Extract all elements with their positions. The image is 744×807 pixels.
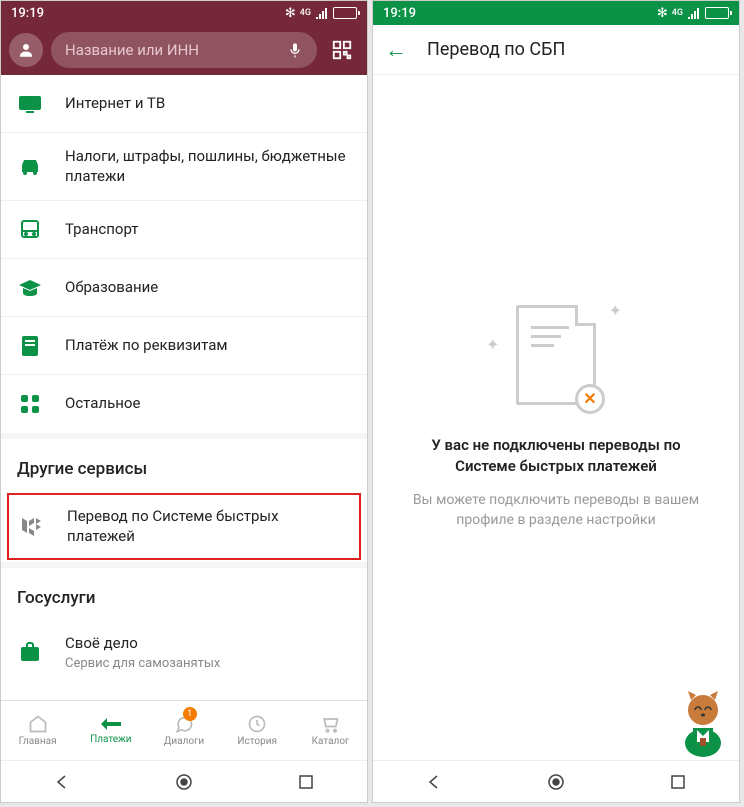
menu-label: Интернет и ТВ xyxy=(65,94,351,114)
menu-item-taxes[interactable]: Налоги, штрафы, пошлины, бюджетные плате… xyxy=(1,133,367,201)
status-bar: 19:19 ✻ 4G xyxy=(373,1,739,25)
bus-icon xyxy=(17,219,43,241)
menu-item-internet-tv[interactable]: Интернет и ТВ xyxy=(1,75,367,133)
decor-plus-icon: ✦ xyxy=(609,301,622,320)
error-x-icon: ✕ xyxy=(575,384,605,414)
nav-payments[interactable]: Платежи xyxy=(74,701,147,760)
system-nav xyxy=(373,760,739,802)
nav-home[interactable]: Главная xyxy=(1,701,74,760)
empty-illustration: ✦ ✦ ✕ xyxy=(516,305,596,405)
signal-icon xyxy=(315,7,329,19)
status-bar: 19:19 ✻ 4G xyxy=(1,1,367,25)
empty-state: ✦ ✦ ✕ У вас не подключены переводы по Си… xyxy=(373,75,739,760)
sys-home[interactable] xyxy=(544,770,568,794)
decor-plus-icon: ✦ xyxy=(486,335,499,354)
payments-icon xyxy=(100,716,122,732)
status-time: 19:19 xyxy=(11,6,44,21)
receipt-icon xyxy=(17,335,43,357)
menu-sublabel: Сервис для самозанятых xyxy=(65,656,351,671)
empty-title: У вас не подключены переводы по Системе … xyxy=(403,435,709,477)
menu-label: Своё дело xyxy=(65,634,351,654)
briefcase-icon xyxy=(17,642,43,662)
home-icon xyxy=(28,714,48,734)
bluetooth-icon: ✻ xyxy=(657,6,668,21)
menu-item-education[interactable]: Образование xyxy=(1,259,367,317)
cart-icon xyxy=(320,714,340,734)
sbp-header: ← Перевод по СБП xyxy=(373,25,739,75)
menu-label: Платёж по реквизитам xyxy=(65,336,351,356)
nav-badge: 1 xyxy=(183,707,197,721)
menu-item-requisites[interactable]: Платёж по реквизитам xyxy=(1,317,367,375)
qr-scan-button[interactable] xyxy=(325,33,359,67)
tv-icon xyxy=(17,94,43,114)
network-icon: 4G xyxy=(300,8,311,18)
menu-label: Налоги, штрафы, пошлины, бюджетные плате… xyxy=(65,147,351,186)
page-title: Перевод по СБП xyxy=(427,39,565,60)
search-header: Название или ИНН xyxy=(1,25,367,75)
search-placeholder: Название или ИНН xyxy=(65,41,287,59)
status-icons: ✻ 4G xyxy=(657,6,729,21)
menu-label: Перевод по Системе быстрых платежей xyxy=(67,507,349,546)
status-time: 19:19 xyxy=(383,6,416,21)
system-nav xyxy=(1,760,367,802)
sys-back[interactable] xyxy=(422,770,446,794)
signal-icon xyxy=(687,7,701,19)
section-gosuslugi: Госуслуги xyxy=(1,568,367,620)
cat-mascot xyxy=(673,688,733,758)
nav-history[interactable]: История xyxy=(221,701,294,760)
battery-icon xyxy=(333,7,357,19)
clock-icon xyxy=(247,714,267,734)
status-icons: ✻ 4G xyxy=(285,6,357,21)
network-icon: 4G xyxy=(672,8,683,18)
grid-icon xyxy=(17,394,43,414)
sys-recent[interactable] xyxy=(294,770,318,794)
section-other-services: Другие сервисы xyxy=(1,439,367,491)
profile-button[interactable] xyxy=(9,33,43,67)
car-icon xyxy=(17,158,43,176)
sys-back[interactable] xyxy=(50,770,74,794)
nav-dialogs[interactable]: 1 Диалоги xyxy=(147,701,220,760)
menu-item-sbp-transfer[interactable]: Перевод по Системе быстрых платежей xyxy=(7,493,361,560)
battery-icon xyxy=(705,7,729,19)
sbp-icon xyxy=(19,514,45,540)
payments-list: Интернет и ТВ Налоги, штрафы, пошлины, б… xyxy=(1,75,367,700)
sys-home[interactable] xyxy=(172,770,196,794)
bottom-nav: Главная Платежи 1 Диалоги История Катало… xyxy=(1,700,367,760)
menu-label: Образование xyxy=(65,278,351,298)
menu-item-other[interactable]: Остальное xyxy=(1,375,367,433)
menu-item-svoe-delo[interactable]: Своё дело Сервис для самозанятых xyxy=(1,620,367,685)
bluetooth-icon: ✻ xyxy=(285,6,296,21)
menu-label: Транспорт xyxy=(65,220,351,240)
mic-icon[interactable] xyxy=(287,41,303,59)
menu-item-transport[interactable]: Транспорт xyxy=(1,201,367,259)
menu-label: Остальное xyxy=(65,394,351,414)
back-button[interactable]: ← xyxy=(385,37,407,63)
graduation-icon xyxy=(17,279,43,297)
nav-catalog[interactable]: Каталог xyxy=(294,701,367,760)
sys-recent[interactable] xyxy=(666,770,690,794)
search-input[interactable]: Название или ИНН xyxy=(51,32,317,68)
empty-subtitle: Вы можете подключить переводы в вашем пр… xyxy=(403,491,709,530)
